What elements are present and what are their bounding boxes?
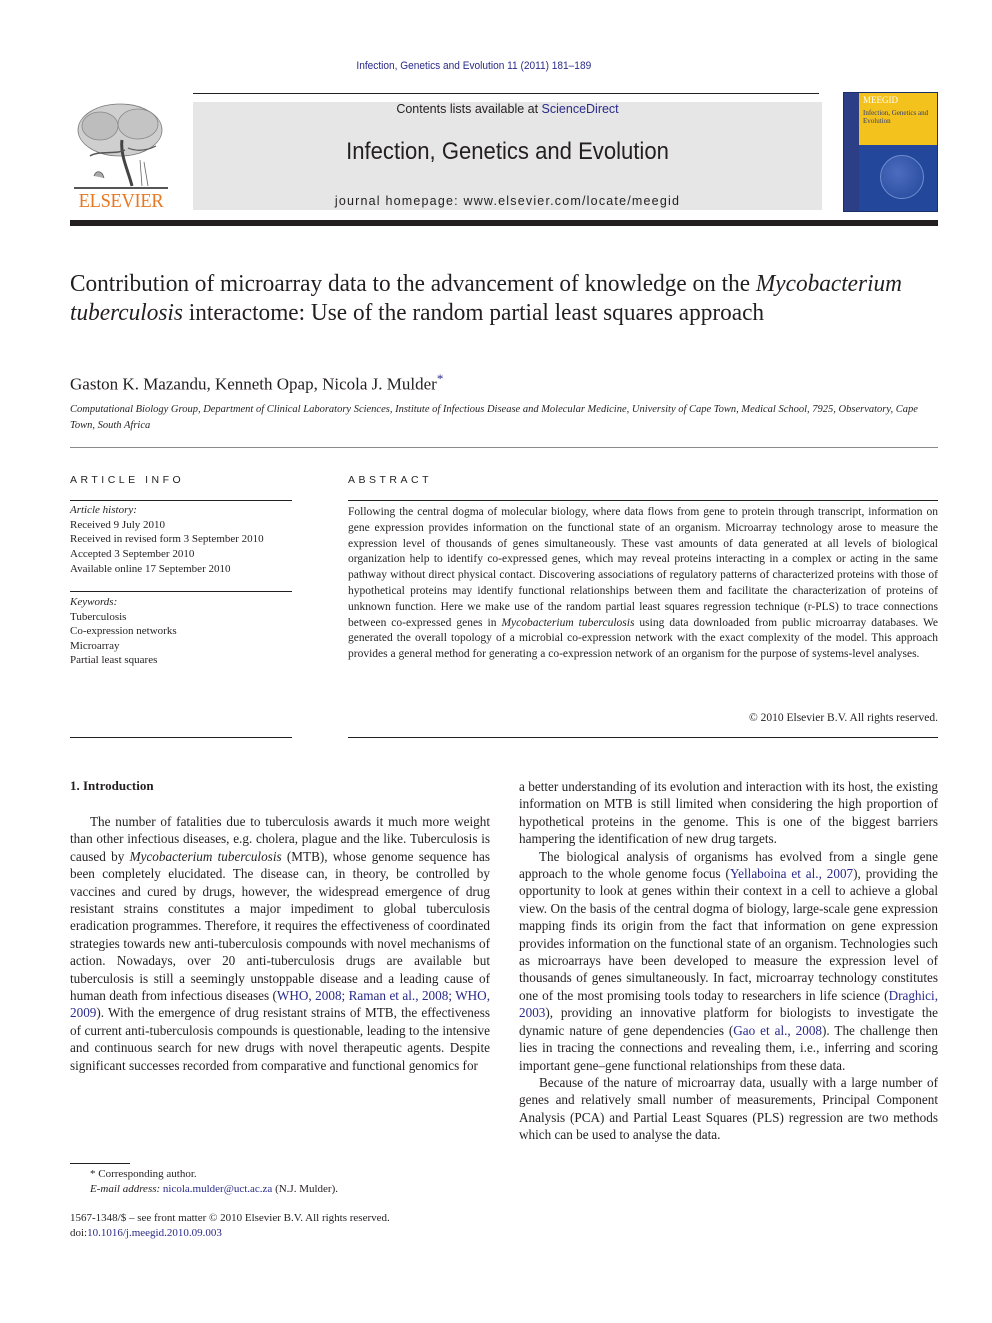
text-run: ), providing the opportunity to look at … (519, 866, 938, 1003)
email-suffix: (N.J. Mulder). (275, 1183, 338, 1195)
article-info-rule (70, 591, 292, 592)
front-matter: 1567-1348/$ – see front matter © 2010 El… (70, 1211, 510, 1241)
email-label: E-mail address: (90, 1183, 161, 1195)
corresponding-author-note: * Corresponding author. (70, 1167, 490, 1182)
citation-link[interactable]: Yellaboina et al., 2007 (730, 866, 853, 881)
doi-link[interactable]: 10.1016/j.meegid.2010.09.003 (87, 1227, 222, 1239)
paragraph: Because of the nature of microarray data… (519, 1074, 938, 1143)
front-matter-text: 1567-1348/$ – see front matter © 2010 El… (70, 1212, 390, 1224)
elsevier-logo[interactable]: ELSEVIER (70, 100, 172, 215)
journal-cover-image[interactable]: MEEGID Infection, Genetics and Evolution (843, 92, 938, 212)
citation-link[interactable]: Gao et al., 2008 (733, 1023, 822, 1038)
abstract-part1: Following the central dogma of molecular… (348, 506, 938, 629)
keyword: Co-expression networks (70, 625, 177, 637)
paragraph: The biological analysis of organisms has… (519, 848, 938, 1074)
abstract-label: ABSTRACT (348, 474, 433, 486)
article-title: Contribution of microarray data to the a… (70, 270, 914, 328)
authors-text: Gaston K. Mazandu, Kenneth Opap, Nicola … (70, 374, 437, 394)
journal-name: Infection, Genetics and Evolution (346, 138, 669, 165)
cover-side-strip (844, 93, 859, 211)
abstract-rule (348, 737, 938, 738)
email-line: E-mail address: nicola.mulder@uct.ac.za … (70, 1182, 490, 1197)
abstract-text: Following the central dogma of molecular… (348, 505, 938, 663)
header-thick-rule (70, 220, 938, 226)
doi-label: doi: (70, 1227, 88, 1239)
footnote-rule (70, 1163, 130, 1164)
cover-journal-name: Infection, Genetics and Evolution (863, 109, 929, 125)
corresponding-author-mark[interactable]: * (437, 371, 444, 386)
keywords-heading: Keywords: (70, 596, 118, 608)
footnote: * Corresponding author. E-mail address: … (70, 1167, 490, 1197)
author-list: Gaston K. Mazandu, Kenneth Opap, Nicola … (70, 371, 443, 395)
sciencedirect-link[interactable]: ScienceDirect (542, 102, 619, 116)
history-item: Available online 17 September 2010 (70, 562, 231, 575)
keywords: Keywords: Tuberculosis Co-expression net… (70, 595, 295, 668)
text-run: (MTB), whose genome sequence has been co… (70, 848, 490, 1004)
affiliation: Computational Biology Group, Department … (70, 404, 918, 431)
text-run: ). With the emergence of drug resistant … (70, 1005, 490, 1073)
paragraph: The number of fatalities due to tubercul… (70, 813, 490, 1074)
contents-prefix: Contents lists available at (396, 102, 542, 116)
article-history: Article history: Received 9 July 2010 Re… (70, 503, 295, 577)
body-column-left: The number of fatalities due to tubercul… (70, 813, 490, 1074)
paragraph: a better understanding of its evolution … (519, 779, 938, 847)
article-info-rule (70, 500, 292, 501)
doi-line: doi:10.1016/j.meegid.2010.09.003 (70, 1226, 510, 1241)
abstract-italic: Mycobacterium tuberculosis (501, 616, 635, 629)
title-part1: Contribution of microarray data to the a… (70, 271, 756, 297)
section-heading-introduction: 1. Introduction (70, 778, 154, 793)
keyword: Partial least squares (70, 654, 158, 666)
article-info-label: ARTICLE INFO (70, 474, 185, 486)
history-item: Received 9 July 2010 (70, 518, 166, 531)
history-heading: Article history: (70, 504, 137, 516)
journal-masthead: Contents lists available at ScienceDirec… (193, 102, 822, 210)
elsevier-wordmark: ELSEVIER (78, 190, 164, 212)
history-item: Accepted 3 September 2010 (70, 548, 195, 561)
corresponding-author-text: Corresponding author. (98, 1168, 197, 1180)
email-link[interactable]: nicola.mulder@uct.ac.za (163, 1183, 272, 1195)
cover-title-band: MEEGID Infection, Genetics and Evolution (859, 93, 937, 145)
header-rule (193, 93, 819, 94)
article-info-rule (70, 737, 292, 738)
abstract-rule (348, 500, 938, 501)
italic-run: Mycobacterium tuberculosis (129, 848, 282, 864)
contents-line: Contents lists available at ScienceDirec… (193, 102, 822, 116)
elsevier-tree-icon (74, 103, 168, 189)
footnote-mark: * (90, 1168, 96, 1180)
affiliation-rule (70, 447, 938, 448)
cover-acronym: MEEGID (863, 95, 898, 105)
keyword: Microarray (70, 639, 120, 652)
globe-icon (880, 155, 924, 199)
journal-citation[interactable]: Infection, Genetics and Evolution 11 (20… (0, 60, 948, 72)
journal-homepage-link[interactable]: journal homepage: www.elsevier.com/locat… (193, 194, 822, 208)
body-column-right: a better understanding of its evolution … (519, 778, 938, 1144)
keyword: Tuberculosis (70, 610, 127, 623)
abstract-copyright: © 2010 Elsevier B.V. All rights reserved… (749, 712, 938, 724)
title-part2: interactome: Use of the random partial l… (182, 300, 765, 326)
history-item: Received in revised form 3 September 201… (70, 533, 264, 546)
